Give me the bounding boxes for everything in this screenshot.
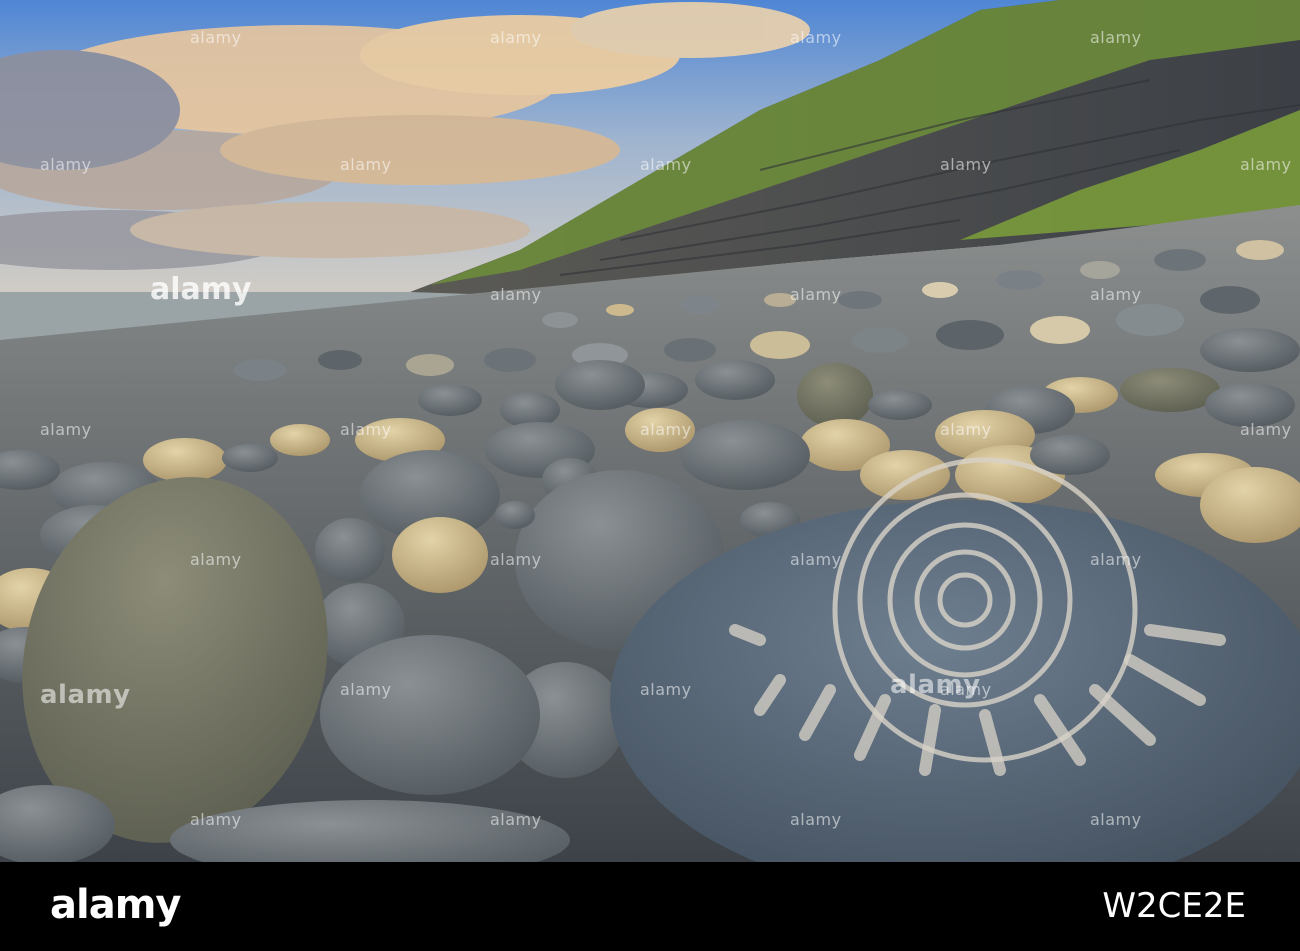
- image-id-label: W2CE2E: [1102, 886, 1246, 926]
- photo-frame: alamy alamy alamy alamy alamy alamy alam…: [0, 0, 1300, 951]
- center-watermark: alamy: [150, 272, 252, 307]
- beach-photo: [0, 0, 1300, 862]
- footer-bar: alamy W2CE2E: [0, 862, 1300, 951]
- alamy-logo: alamy: [50, 882, 181, 928]
